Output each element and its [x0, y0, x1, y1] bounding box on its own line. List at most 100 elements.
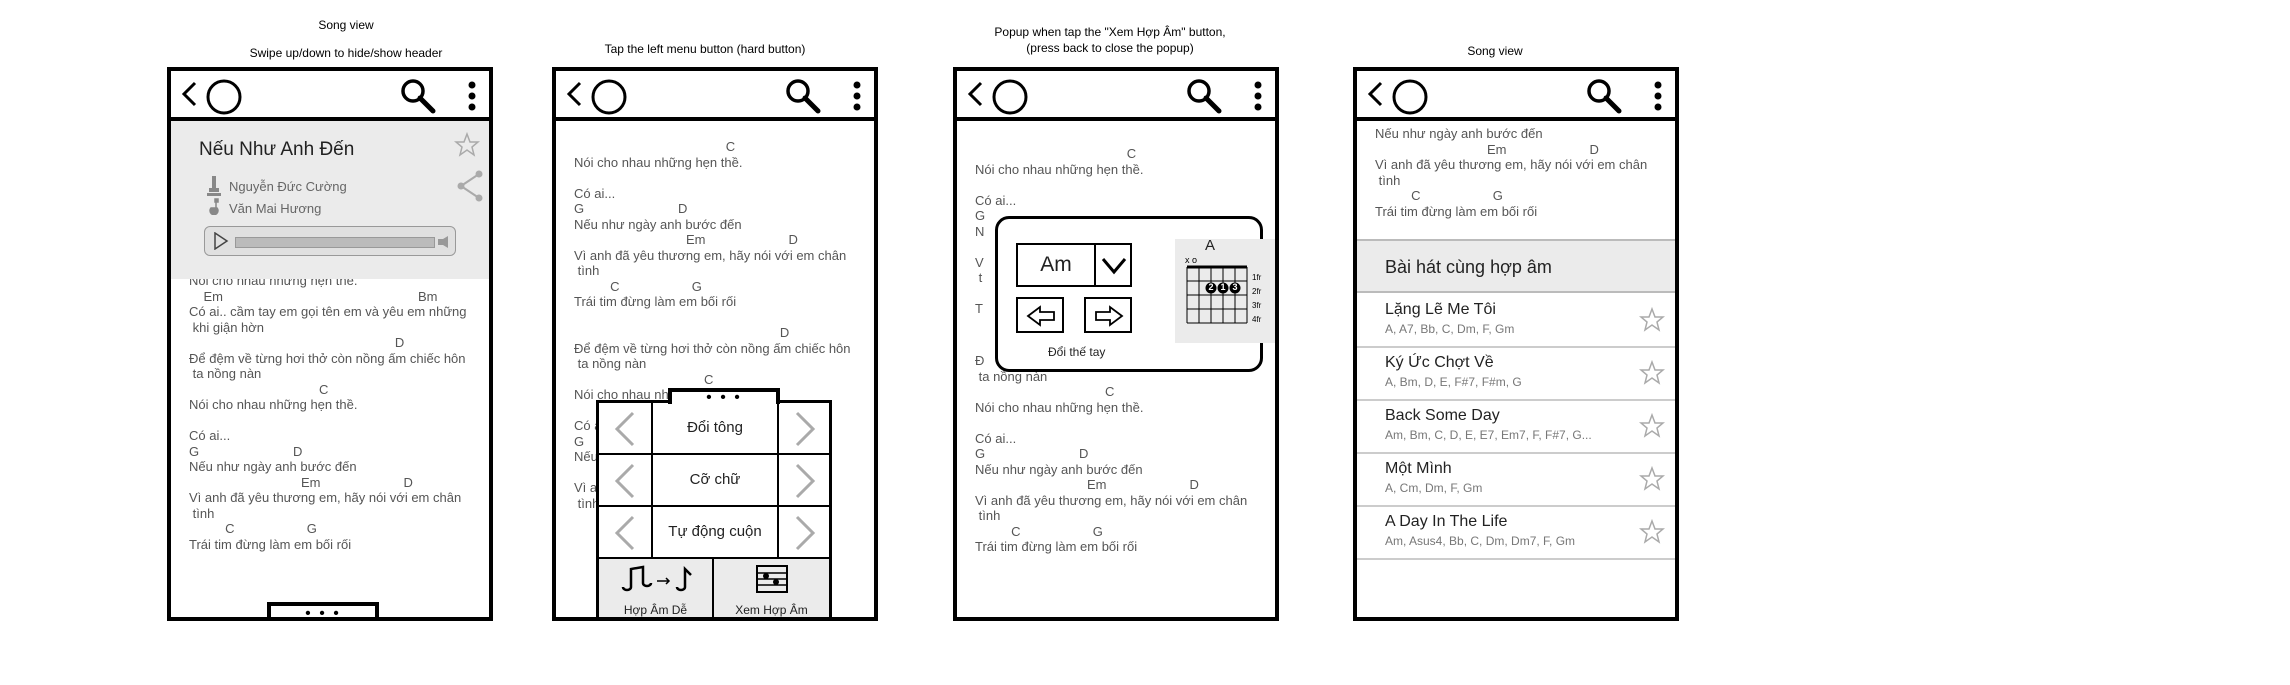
change-position-label: Đổi thế tay: [1048, 345, 1106, 359]
song-chords: A, Cm, Dm, F, Gm: [1385, 481, 1483, 495]
more-vertical-icon[interactable]: [467, 80, 477, 112]
caption-song-view: Song view: [318, 18, 374, 32]
lyric-line: C: [574, 139, 736, 154]
lyric-line: tình: [1375, 172, 1401, 188]
search-icon[interactable]: [1185, 77, 1223, 115]
phone-song-view: Nếu Như Anh Đến Nguyễn Đức Cường Văn Mai…: [167, 67, 493, 621]
lyric-line: G D: [574, 201, 688, 216]
back-icon[interactable]: [967, 81, 983, 107]
lyric-line: Vì anh đã yêu thương em, hãy nói với em …: [975, 492, 1248, 508]
lyric-line: ta nồng nàn: [189, 366, 262, 381]
finger-number: 2: [1208, 282, 1214, 292]
lyric-line: Để đệm về từng hơi thở còn nồng ấm chiếc…: [574, 340, 851, 356]
caption-swipe: Swipe up/down to hide/show header: [249, 46, 443, 60]
lyric-line: [189, 413, 467, 429]
lyric-line: [574, 170, 851, 186]
menu-handle[interactable]: • • •: [668, 388, 780, 406]
lyric-line: Nếu như ngày anh bước đến: [975, 461, 1143, 477]
lyric-line: D: [189, 335, 405, 350]
related-songs-heading: Bài hát cùng hợp âm: [1385, 257, 1552, 277]
chevron-right-icon[interactable]: [793, 411, 817, 447]
chevron-left-icon[interactable]: [613, 515, 637, 551]
caption-song-view-2: Song view: [1467, 44, 1523, 58]
top-bar: [171, 71, 489, 121]
finger-number: 3: [1232, 282, 1238, 292]
search-icon[interactable]: [1585, 77, 1623, 115]
lyric-line: Nếu như ngày anh bước đến: [574, 216, 742, 232]
chevron-down-icon[interactable]: [1101, 257, 1127, 275]
search-icon[interactable]: [784, 77, 822, 115]
lyric-line: C: [189, 381, 329, 397]
song-title: Một Mình: [1385, 460, 1452, 477]
sheet-music-icon: [756, 565, 788, 593]
lyric-line: Em D: [189, 474, 413, 490]
more-vertical-icon[interactable]: [1653, 80, 1663, 112]
lyric-line: Vì anh đã yêu thương em, hãy nói với em …: [1375, 157, 1648, 172]
home-circle-icon[interactable]: [205, 78, 243, 116]
more-vertical-icon[interactable]: [1253, 80, 1263, 112]
star-icon[interactable]: [1639, 413, 1665, 439]
back-icon[interactable]: [566, 81, 582, 107]
song-title: A Day In The Life: [1385, 513, 1508, 530]
home-circle-icon[interactable]: [590, 78, 628, 116]
fretboard-icon: [1186, 265, 1248, 324]
chevron-left-icon[interactable]: [613, 411, 637, 447]
view-chords-button[interactable]: Xem Hợp Âm: [714, 559, 829, 617]
easy-chords-button[interactable]: Hợp Âm Dễ: [599, 559, 714, 617]
song-list-item[interactable]: Back Some Day Am, Bm, C, D, E, E7, Em7, F…: [1357, 401, 1675, 454]
prev-position-button[interactable]: [1016, 297, 1064, 333]
easy-chords-label: Hợp Âm Dễ: [623, 603, 688, 617]
lyric-line: C G: [975, 523, 1103, 539]
song-chords: Am, Asus4, Bb, C, Dm, Dm7, F, Gm: [1385, 534, 1576, 548]
star-icon[interactable]: [1639, 519, 1665, 545]
song-chords: A, Bm, D, E, F#7, F#m, G: [1385, 375, 1522, 389]
bottom-handle[interactable]: • • •: [267, 602, 379, 617]
chord-selector[interactable]: Am: [1016, 243, 1132, 287]
star-icon[interactable]: [454, 132, 480, 158]
lyric-line: Để đệm về từng hơi thở còn nồng ấm chiếc…: [189, 350, 466, 366]
lyric-line: Em Bm: [189, 288, 438, 304]
star-icon[interactable]: [1639, 307, 1665, 333]
caption-popup-1: Popup when tap the "Xem Hợp Âm" button,: [994, 25, 1226, 39]
lyric-line: Có ai...: [975, 192, 1017, 208]
star-icon[interactable]: [1639, 466, 1665, 492]
song-list-item[interactable]: Một Mình A, Cm, Dm, F, Gm: [1357, 454, 1675, 507]
share-icon[interactable]: [456, 169, 484, 203]
star-icon[interactable]: [1639, 360, 1665, 386]
volume-icon[interactable]: [437, 236, 449, 248]
search-icon[interactable]: [399, 77, 437, 115]
song-title: Nếu Như Anh Đến: [199, 139, 355, 160]
lyric-line: [975, 415, 1247, 431]
chord-diagram: A x o 2 1 3 1fr 2fr 3fr 4fr: [1175, 237, 1275, 343]
back-icon[interactable]: [181, 81, 197, 107]
song-chords: A, A7, Bb, C, Dm, F, Gm: [1385, 322, 1515, 336]
chevron-left-icon[interactable]: [613, 463, 637, 499]
lyric-line: Có ai...: [574, 185, 616, 201]
fret-label: 4fr: [1252, 315, 1262, 324]
song-list-item[interactable]: Lặng Lẽ Me Tôi A, A7, Bb, C, Dm, F, Gm: [1357, 295, 1675, 348]
fret-label: 2fr: [1252, 287, 1262, 296]
view-chords-label: Xem Hợp Âm: [735, 603, 808, 617]
lyric-line: tình: [189, 505, 215, 521]
home-circle-icon[interactable]: [991, 78, 1029, 116]
next-position-button[interactable]: [1084, 297, 1132, 333]
lyric-line: khi giận hờn: [189, 319, 265, 335]
chord-popup: Am Đổi thế tay A x o 2 1 3 1fr 2fr 3fr 4…: [995, 216, 1275, 372]
more-vertical-icon[interactable]: [852, 80, 862, 112]
caption-menu-button: Tap the left menu button (hard button): [604, 42, 806, 56]
lyric-line: Nói cho nhau những hẹn thề.: [975, 399, 1144, 415]
progress-bar[interactable]: [235, 237, 435, 248]
audio-player[interactable]: [204, 226, 456, 256]
menu-label-font-size: Cỡ chữ: [651, 455, 779, 505]
menu-label-autoscroll: Tự động cuộn: [651, 507, 779, 557]
song-list-item[interactable]: A Day In The Life Am, Asus4, Bb, C, Dm, D…: [1357, 507, 1675, 560]
chevron-right-icon[interactable]: [793, 463, 817, 499]
lyric-line: Nói cho nhau những hẹn thề.: [189, 397, 358, 412]
singer-name: Văn Mai Hương: [229, 201, 322, 216]
lyric-line: C G: [189, 521, 317, 536]
play-icon[interactable]: [213, 232, 229, 250]
chevron-right-icon[interactable]: [793, 515, 817, 551]
back-icon[interactable]: [1367, 81, 1383, 107]
song-list-item[interactable]: Ký Ức Chợt Về A, Bm, D, E, F#7, F#m, G: [1357, 348, 1675, 401]
home-circle-icon[interactable]: [1391, 78, 1429, 116]
